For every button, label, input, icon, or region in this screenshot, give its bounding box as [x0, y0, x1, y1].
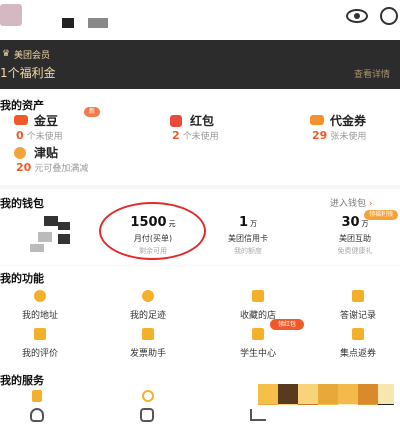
- member-title: 美团会员: [14, 51, 51, 61]
- footprint-icon: [142, 290, 154, 302]
- asset-name: 红包: [190, 114, 215, 128]
- voucher-icon: [310, 115, 324, 125]
- subsidy-icon: [14, 147, 26, 159]
- home-tab-icon[interactable]: [30, 408, 44, 422]
- fn-label: 我的评价: [21, 349, 58, 359]
- asset-red-packet[interactable]: 红包 2 个未使用: [170, 112, 290, 142]
- red-packet-icon: [170, 115, 182, 127]
- wallet-credit-card[interactable]: 1万 美团信用卡 我的额度: [205, 215, 291, 256]
- wallet-sub: 免费健康礼: [337, 247, 373, 255]
- functions-title: 我的功能: [0, 272, 44, 285]
- assets-title: 我的资产: [0, 99, 44, 112]
- member-more-link[interactable]: 查看详情: [354, 67, 390, 80]
- points-icon: [352, 328, 364, 340]
- wallet-sub: 我的额度: [234, 247, 262, 255]
- fn-label: 集点返券: [339, 349, 376, 359]
- fn-label: 答谢记录: [339, 311, 376, 321]
- asset-gold-bean[interactable]: 金豆 新 0 个未使用: [14, 107, 134, 142]
- discover-tab-icon[interactable]: [140, 408, 154, 422]
- new-badge: 新: [84, 107, 100, 117]
- asset-subsidy[interactable]: 津贴 20 元可叠加满减: [14, 144, 134, 174]
- asset-name: 津贴: [34, 146, 59, 160]
- fn-label: 学生中心: [239, 349, 276, 359]
- avatar[interactable]: [0, 4, 22, 26]
- fn-label: 我的足迹: [129, 311, 166, 321]
- welfare-tag: 领福利钱: [364, 210, 398, 220]
- bottom-tab-bar: [0, 405, 400, 424]
- star-icon: [252, 290, 264, 302]
- wallet-thumb-redacted: [30, 244, 44, 252]
- wallet-label: 美团信用卡: [228, 234, 268, 243]
- fn-student-center[interactable]: 学生中心: [218, 328, 298, 362]
- highlight-circle: [99, 202, 206, 260]
- asset-sub: 2 个未使用: [172, 129, 219, 142]
- record-icon: [352, 290, 364, 302]
- services-title: 我的服务: [0, 374, 44, 387]
- username-redacted: [62, 18, 74, 28]
- fn-address[interactable]: 我的地址: [0, 290, 80, 324]
- profile-header: [0, 0, 400, 40]
- member-benefit: 1个福利金: [0, 66, 56, 80]
- asset-sub: 29 张未使用: [312, 129, 367, 142]
- fn-footprint[interactable]: 我的足迹: [108, 290, 188, 324]
- username-redacted-2: [88, 18, 108, 28]
- wallet-label: 美团互助: [339, 234, 371, 243]
- asset-sub: 0 个未使用: [16, 129, 63, 142]
- wallet-thumb-redacted: [38, 232, 52, 242]
- wallet-mutual-aid[interactable]: 30 万 美团互助 免费健康礼: [312, 215, 398, 256]
- wallet-entry-link[interactable]: 进入钱包 ›: [330, 196, 373, 209]
- review-icon: [34, 328, 46, 340]
- service-icon-1[interactable]: [32, 390, 42, 402]
- crown-icon: ♛: [2, 49, 11, 59]
- fn-label: 我的地址: [21, 311, 58, 321]
- gold-bean-icon: [14, 115, 28, 125]
- wallet-entry-label: 进入钱包: [330, 199, 367, 209]
- fn-label: 发票助手: [129, 349, 166, 359]
- wallet-title: 我的钱包: [0, 197, 44, 210]
- fn-my-reviews[interactable]: 我的评价: [0, 328, 80, 362]
- asset-sub: 20 元可叠加满减: [16, 161, 89, 174]
- assets-section: 我的资产 金豆 新 0 个未使用 红包 2 个未使用 代金券 29 张未使用 津贴 2…: [0, 89, 400, 185]
- wallet-value: 1万: [238, 215, 258, 230]
- wallet-thumb-redacted: [58, 234, 70, 244]
- chevron-right-icon: ›: [368, 199, 373, 209]
- fn-points-coupons[interactable]: 集点返券: [318, 328, 398, 362]
- wallet-thumb-redacted: [44, 216, 58, 226]
- orders-tab-icon[interactable]: [250, 409, 266, 421]
- fn-invoice[interactable]: 发票助手: [108, 328, 188, 362]
- address-icon: [34, 290, 46, 302]
- asset-name: 金豆: [34, 114, 59, 128]
- student-icon: [252, 328, 264, 340]
- member-banner[interactable]: ♛ 美团会员 1个福利金 查看详情: [0, 40, 400, 89]
- eye-icon[interactable]: [346, 9, 368, 23]
- invoice-icon: [142, 328, 154, 340]
- gear-icon[interactable]: [380, 7, 398, 25]
- fn-thanks-record[interactable]: 答谢记录: [318, 290, 398, 324]
- service-icon-2[interactable]: [142, 390, 154, 402]
- asset-name: 代金券: [330, 114, 367, 128]
- wallet-thumb-redacted: [58, 222, 70, 230]
- asset-voucher[interactable]: 代金券 29 张未使用: [310, 112, 400, 142]
